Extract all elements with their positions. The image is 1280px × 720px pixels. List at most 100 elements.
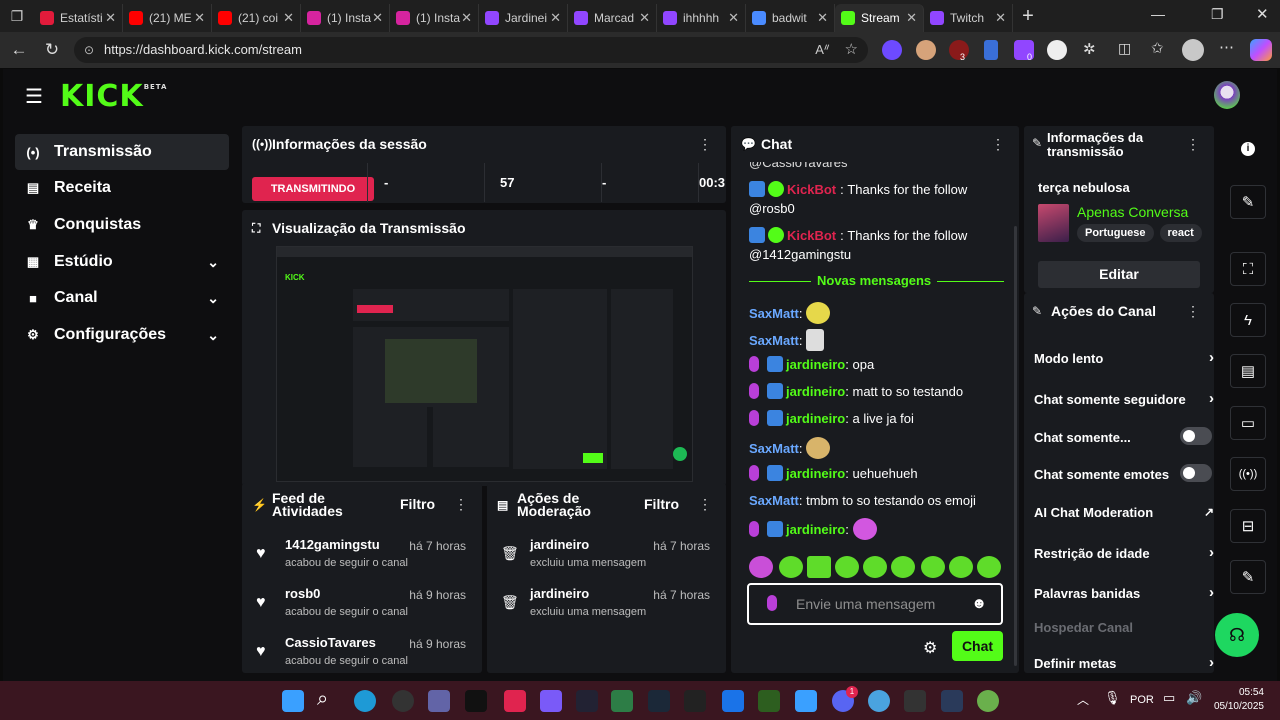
chat-username[interactable]: jardineiro	[786, 357, 845, 372]
app-icon[interactable]	[428, 690, 450, 712]
chat-username[interactable]: SaxMatt	[749, 493, 799, 508]
browser-tab[interactable]: (21) ME ✕	[123, 3, 212, 32]
chat-username[interactable]: jardineiro	[786, 466, 845, 481]
favorite-star-icon[interactable]: ☆	[845, 37, 858, 63]
close-tab-icon[interactable]: ✕	[906, 10, 917, 26]
hamburger-menu-icon[interactable]: ☰	[25, 84, 43, 109]
chat-username[interactable]: jardineiro	[786, 411, 845, 426]
follower-name[interactable]: rosb0	[285, 586, 320, 601]
lightning-quick-button[interactable]: ϟ	[1230, 303, 1266, 337]
emote-icon[interactable]	[949, 556, 973, 578]
shield-icon[interactable]	[722, 690, 744, 712]
app-icon[interactable]	[576, 690, 598, 712]
send-chat-button[interactable]: Chat	[952, 631, 1003, 661]
minimize-button[interactable]: —	[1151, 6, 1165, 22]
emote-icon[interactable]	[807, 556, 831, 578]
emote-icon[interactable]	[891, 556, 915, 578]
activity-feed-item[interactable]: ♥ rosb0 há 9 horas acabou de seguir o canal	[242, 580, 482, 628]
more-options-icon[interactable]: ⋮	[1186, 136, 1200, 153]
channel-action-item[interactable]: AI Chat Moderation ↗	[1034, 505, 1214, 520]
close-tab-icon[interactable]: ✕	[105, 10, 116, 26]
sidebar-item-configurações[interactable]: ⚙ Configurações ⌄	[15, 317, 229, 353]
app-icon[interactable]	[904, 690, 926, 712]
sidebar-item-conquistas[interactable]: ♛ Conquistas	[15, 207, 229, 243]
back-button[interactable]: ←	[5, 40, 33, 60]
app-icon[interactable]	[941, 690, 963, 712]
emote-icon[interactable]	[779, 556, 803, 578]
chat-username[interactable]: KickBot	[787, 182, 836, 197]
volume-icon[interactable]: 🔊	[1186, 690, 1202, 706]
profile-avatar[interactable]	[1182, 39, 1204, 61]
chat-username[interactable]: KickBot	[787, 228, 836, 243]
chat-username[interactable]: jardineiro	[786, 384, 845, 399]
close-tab-icon[interactable]: ✕	[283, 10, 294, 26]
browser-tab[interactable]: Marcad ✕	[568, 3, 657, 32]
chevron-down-icon[interactable]: ⌄	[207, 327, 219, 344]
close-tab-icon[interactable]: ✕	[728, 10, 739, 26]
split-quick-button[interactable]: ⊟	[1230, 509, 1266, 543]
browser-tab[interactable]: (21) coi ✕	[212, 3, 301, 32]
moderator-name[interactable]: jardineiro	[530, 537, 589, 552]
emote-icon[interactable]	[977, 556, 1001, 578]
more-options-icon[interactable]: ⋮	[698, 136, 712, 153]
follower-name[interactable]: 1412gamingstu	[285, 537, 380, 552]
more-options-icon[interactable]: ⋮	[454, 496, 468, 513]
emote-icon[interactable]	[863, 556, 887, 578]
avatar-extension-icon[interactable]	[916, 40, 936, 60]
browser-tab[interactable]: badwit ✕	[746, 3, 835, 32]
maximize-button[interactable]: ❐	[1211, 6, 1224, 23]
chat-username[interactable]: SaxMatt	[749, 441, 799, 456]
moderator-name[interactable]: jardineiro	[530, 586, 589, 601]
clock[interactable]: 05:54 05/10/2025	[1212, 686, 1264, 714]
chat-username[interactable]: SaxMatt	[749, 333, 799, 348]
channel-action-item[interactable]: Palavras banidas ›	[1034, 584, 1214, 601]
more-options-icon[interactable]: ⋮	[698, 496, 712, 513]
category-link[interactable]: Apenas Conversa	[1077, 204, 1188, 220]
read-aloud-icon[interactable]: Aᐥ	[815, 37, 830, 63]
toggle-switch[interactable]	[1180, 427, 1212, 445]
browser-tab[interactable]: Estatísti ✕	[34, 3, 123, 32]
extensions-puzzle-icon[interactable]: ✲	[1083, 40, 1096, 58]
mic-tray-icon[interactable]: 🎙	[1104, 690, 1121, 706]
app-icon[interactable]	[540, 690, 562, 712]
app-icon[interactable]	[795, 690, 817, 712]
channel-action-item[interactable]: Chat somente seguidore ›	[1034, 390, 1214, 407]
tiktok-icon[interactable]	[465, 690, 487, 712]
chat-quick-button[interactable]: ▭	[1230, 406, 1266, 440]
emote-icon[interactable]	[749, 556, 773, 578]
browser-tab[interactable]: Jardinei ✕	[479, 3, 568, 32]
copilot-icon[interactable]	[1250, 39, 1272, 61]
edit-stream-info-button[interactable]: Editar	[1038, 261, 1200, 288]
sidebar-item-canal[interactable]: ■ Canal ⌄	[15, 280, 229, 316]
app-icon[interactable]	[684, 690, 706, 712]
edit-quick-button[interactable]: ✎	[1230, 185, 1266, 219]
stream-preview-video[interactable]: KICK	[276, 246, 693, 482]
new-tab-button[interactable]: +	[1013, 5, 1043, 28]
channel-action-item[interactable]: Chat somente emotes	[1034, 464, 1212, 482]
settings-more-icon[interactable]: ⋯	[1219, 38, 1234, 56]
filter-button[interactable]: Filtro	[400, 496, 435, 512]
mic-icon[interactable]	[767, 595, 777, 611]
audio-extension-icon[interactable]	[984, 40, 998, 60]
close-tab-icon[interactable]: ✕	[995, 10, 1006, 26]
filter-button[interactable]: Filtro	[644, 496, 679, 512]
address-bar[interactable]: ⊙ https://dashboard.kick.com/stream Aᐥ ☆	[74, 37, 868, 63]
reload-button[interactable]: ↻	[38, 40, 66, 60]
close-tab-icon[interactable]: ✕	[194, 10, 205, 26]
browser-tab[interactable]: (1) Insta ✕	[390, 3, 479, 32]
chat-input[interactable]: Envie uma mensagem ☻	[747, 583, 1003, 625]
chat-username[interactable]: SaxMatt	[749, 306, 799, 321]
app-icon[interactable]	[504, 690, 526, 712]
channel-action-item[interactable]: Modo lento ›	[1034, 349, 1214, 366]
favorites-icon[interactable]: ✩	[1151, 39, 1164, 57]
tray-expand-icon[interactable]: ︿	[1077, 691, 1089, 708]
screen-quick-button[interactable]: ⛶	[1230, 252, 1266, 286]
browser-tab[interactable]: Stream ✕	[835, 3, 924, 32]
app-icon[interactable]	[977, 690, 999, 712]
close-tab-icon[interactable]: ✕	[639, 10, 650, 26]
channel-action-item[interactable]: Definir metas ›	[1034, 654, 1214, 671]
browser-tab[interactable]: Twitch ✕	[924, 3, 1013, 32]
moderation-item[interactable]: 🗑 jardineiro há 7 horas excluiu uma mensage…	[487, 580, 726, 628]
new-messages-label[interactable]: Novas mensagens	[811, 273, 938, 288]
tab-actions-icon[interactable]: ❐	[0, 8, 34, 25]
